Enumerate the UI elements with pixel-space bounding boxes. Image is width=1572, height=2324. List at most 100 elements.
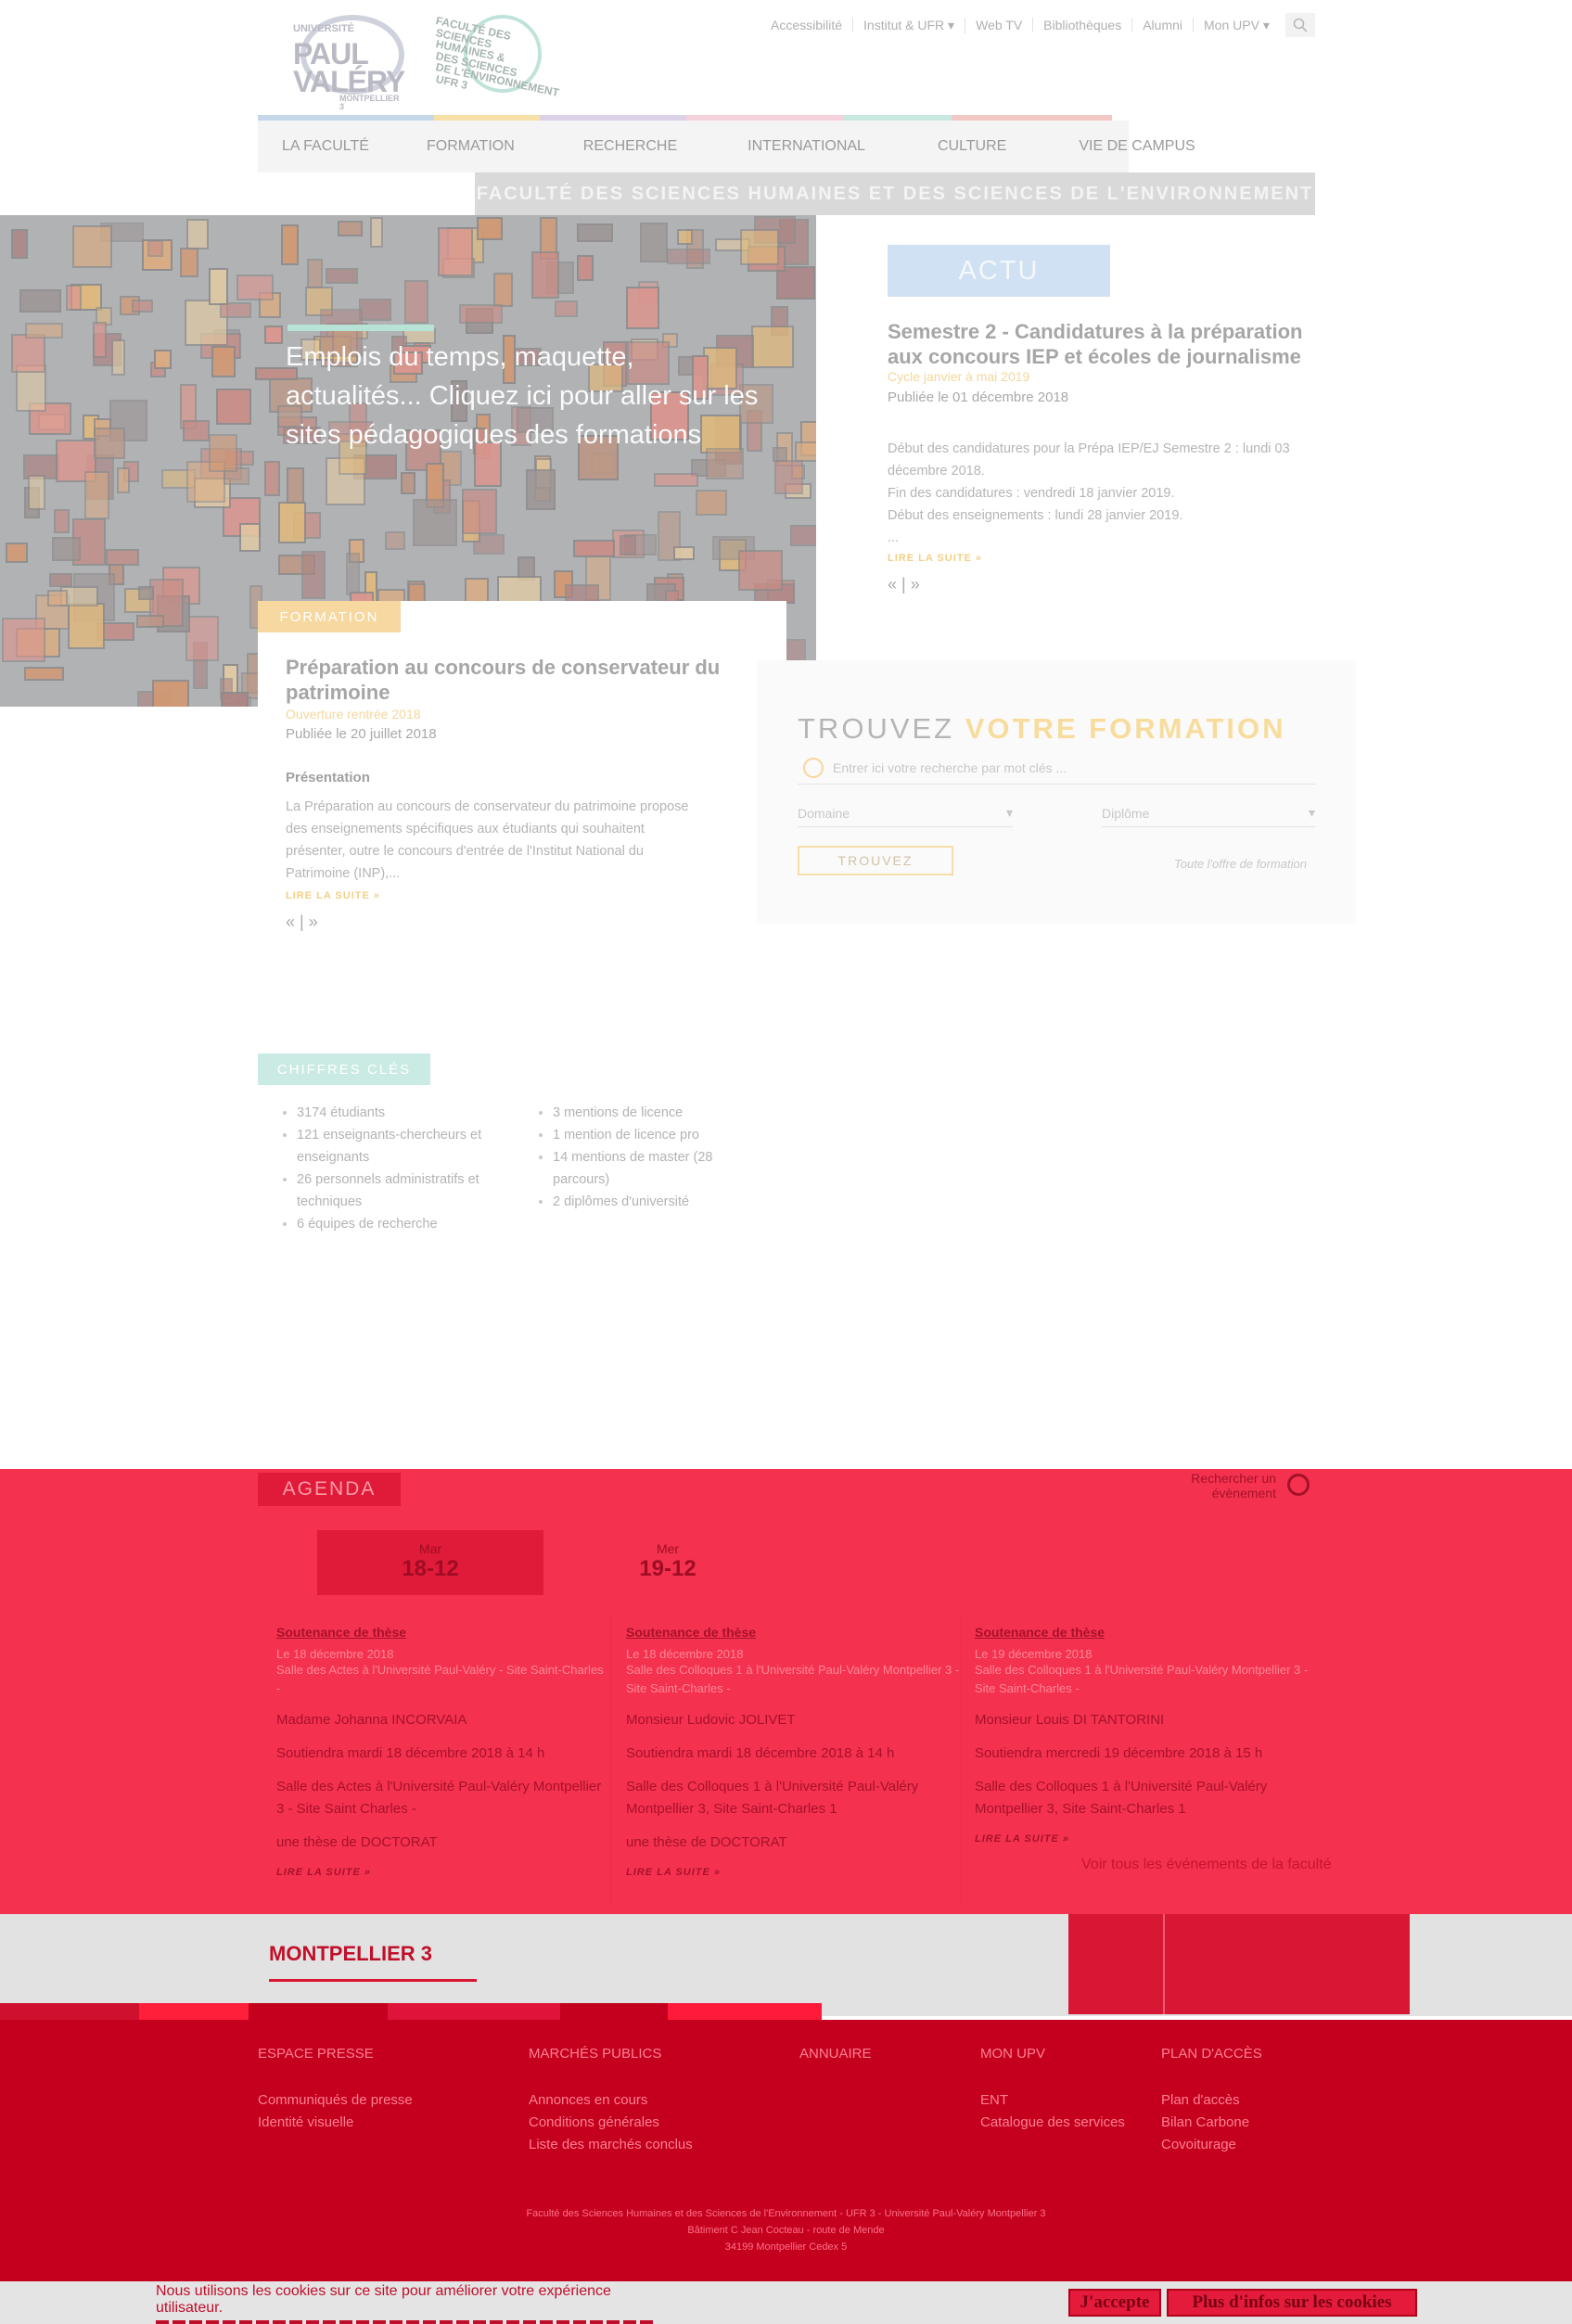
footer-link[interactable]: Bilan Carbone: [1161, 2112, 1328, 2134]
search-icon: [1293, 18, 1308, 32]
footer: [0, 2020, 1572, 2324]
topnav-mon-upv[interactable]: Mon UPV ▾: [1194, 18, 1280, 33]
footer-link[interactable]: Plan d'accès: [1161, 2089, 1328, 2112]
list-item: 14 mentions de master (28 parcours): [553, 1146, 757, 1191]
footer-col-presse: ESPACE PRESSE Communiqués de presse Iden…: [258, 2046, 499, 2134]
footer-col-mon-upv: MON UPV ENT Catalogue des services: [980, 2046, 1147, 2134]
formation-search-panel: [757, 660, 1356, 924]
footer-col-marches: MARCHÉS PUBLICS Annonces en cours Condit…: [529, 2046, 770, 2156]
footer-col-annuaire: ANNUAIRE: [799, 2046, 948, 2089]
formation-subtitle: Ouverture rentrée 2018: [286, 707, 421, 721]
footer-link[interactable]: Identité visuelle: [258, 2112, 499, 2134]
topnav-bibliotheques[interactable]: Bibliothèques: [1033, 18, 1133, 32]
site-search-button[interactable]: [1285, 13, 1315, 37]
chiffres-cles-list-1: 3174 étudiants 121 enseignants-chercheur…: [278, 1102, 501, 1235]
footer-link[interactable]: ANNUAIRE: [799, 2046, 948, 2062]
list-item: 26 personnels administratifs et techniqu…: [297, 1168, 501, 1213]
topnav-alumni[interactable]: Alumni: [1132, 18, 1195, 32]
nav-la-faculte[interactable]: LA FACULTÉ: [282, 138, 369, 155]
event-date: Le 18 décembre 2018: [626, 1647, 744, 1661]
event-location: Salle des Colloques 1 à l'Université Pau…: [626, 1663, 960, 1695]
cookie-text: Nous utilisons les cookies sur ce site p…: [156, 2283, 675, 2324]
event-title[interactable]: Soutenance de thèse: [276, 1625, 406, 1640]
hero-link-text[interactable]: Emplois du temps, maquette, actualités..…: [286, 338, 768, 454]
actu-read-more-link[interactable]: LIRE LA SUITE »: [888, 553, 982, 564]
footer-link[interactable]: Liste des marchés conclus: [529, 2134, 770, 2156]
diplome-select[interactable]: Diplôme ▾: [1102, 799, 1315, 827]
formation-search-input[interactable]: Entrer ici votre recherche par mot clés …: [798, 751, 1315, 785]
formation-tag: FORMATION: [258, 601, 401, 632]
dropdown-arrow-icon: ▾: [1005, 805, 1013, 820]
event-date: Le 19 décembre 2018: [975, 1647, 1093, 1661]
top-navigation: Accessibilité Institut & UFR ▾ Web TV Bi…: [760, 15, 1280, 35]
search-icon[interactable]: [1287, 1474, 1310, 1496]
nav-formation[interactable]: FORMATION: [427, 138, 515, 155]
nav-recherche[interactable]: RECHERCHE: [583, 138, 677, 155]
trouvez-button[interactable]: TROUVEZ: [798, 846, 953, 875]
actu-subtitle: Cycle janvier à mai 2019: [888, 369, 1030, 384]
formation-search-title: TROUVEZ VOTRE FORMATION: [798, 712, 1286, 745]
formation-pager[interactable]: « | »: [286, 913, 318, 932]
footer-link[interactable]: ENT: [980, 2089, 1147, 2112]
nav-culture[interactable]: CULTURE: [938, 138, 1006, 155]
formation-read-more-link[interactable]: LIRE LA SUITE »: [286, 890, 380, 901]
faculty-logo[interactable]: FACULTÉ DES SCIENCES HUMAINES & DES SCIE…: [435, 14, 584, 99]
footer-col-plan: PLAN D'ACCÈS Plan d'accès Bilan Carbone …: [1161, 2046, 1328, 2156]
agenda-day-tab[interactable]: Mer 19-12: [555, 1530, 781, 1595]
agenda-event: Soutenance de thèse Le 19 décembre 2018 …: [975, 1625, 1309, 1845]
list-item: 6 équipes de recherche: [297, 1213, 501, 1235]
agenda-all-events-link[interactable]: Voir tous les événements de la faculté: [1081, 1857, 1332, 1873]
event-divider: [961, 1615, 962, 1903]
hero-accent-bar: [288, 325, 434, 331]
agenda-event: Soutenance de thèse Le 18 décembre 2018 …: [276, 1625, 610, 1878]
event-read-more-link[interactable]: LIRE LA SUITE »: [626, 1867, 960, 1878]
chiffres-cles-tag: CHIFFRES CLÉS: [258, 1053, 430, 1085]
footer-address: Faculté des Sciences Humaines et des Sci…: [526, 2208, 1046, 2253]
cookie-accept-button[interactable]: J'accepte: [1068, 2289, 1161, 2317]
formation-heading: Présentation: [286, 770, 370, 785]
event-read-more-link[interactable]: LIRE LA SUITE »: [276, 1867, 610, 1878]
faculty-banner: FACULTÉ DES SCIENCES HUMAINES ET DES SCI…: [475, 172, 1315, 215]
chiffres-cles-list-2: 3 mentions de licence 1 mention de licen…: [534, 1102, 757, 1213]
domaine-select[interactable]: Domaine ▾: [798, 799, 1013, 827]
agenda-day-tab[interactable]: Mar 18-12: [317, 1530, 543, 1595]
formation-body: La Préparation au concours de conservate…: [286, 799, 689, 881]
upv-logo[interactable]: UNIVERSITÉ PAUL VALÉRY MONTPELLIER 3: [293, 13, 405, 111]
agenda-event: Soutenance de thèse Le 18 décembre 2018 …: [626, 1625, 960, 1878]
nav-international[interactable]: INTERNATIONAL: [748, 138, 865, 155]
topnav-accessibilite[interactable]: Accessibilité: [760, 18, 854, 32]
topnav-institut-ufr[interactable]: Institut & UFR ▾: [853, 17, 966, 33]
event-title[interactable]: Soutenance de thèse: [975, 1625, 1105, 1640]
list-item: 3174 étudiants: [297, 1102, 501, 1124]
actu-title[interactable]: Semestre 2 - Candidatures à la préparati…: [888, 319, 1314, 369]
event-divider: [610, 1615, 611, 1903]
footer-link[interactable]: Covoiturage: [1161, 2134, 1328, 2156]
list-item: 2 diplômes d'université: [553, 1191, 757, 1213]
footer-link[interactable]: Annonces en cours: [529, 2089, 770, 2112]
social-links-block[interactable]: [1068, 1914, 1410, 2014]
topnav-web-tv[interactable]: Web TV: [965, 18, 1034, 32]
dropdown-arrow-icon: ▾: [1308, 805, 1315, 820]
all-formations-link[interactable]: Toute l'offre de formation: [1174, 857, 1307, 871]
event-title[interactable]: Soutenance de thèse: [626, 1625, 756, 1640]
event-location: Salle des Colloques 1 à l'Université Pau…: [975, 1663, 1309, 1695]
actu-date: Publiée le 01 décembre 2018: [888, 389, 1069, 405]
list-item: 1 mention de licence pro: [553, 1124, 757, 1146]
nav-vie-de-campus[interactable]: VIE DE CAMPUS: [1079, 138, 1195, 155]
cookie-more-info-button[interactable]: Plus d'infos sur les cookies: [1167, 2289, 1417, 2317]
footer-link[interactable]: Communiqués de presse: [258, 2089, 499, 2112]
agenda-tag: AGENDA: [258, 1473, 401, 1506]
formation-title[interactable]: Préparation au concours de conservateur …: [286, 655, 722, 705]
partner-logo[interactable]: MONTPELLIER 3: [269, 1942, 432, 1966]
footer-link[interactable]: Conditions générales: [529, 2112, 770, 2134]
event-read-more-link[interactable]: LIRE LA SUITE »: [975, 1833, 1309, 1845]
actu-pager[interactable]: « | »: [888, 575, 920, 594]
list-item: 121 enseignants-chercheurs et enseignant…: [297, 1124, 501, 1168]
search-icon: [803, 757, 824, 778]
event-location: Salle des Actes à l'Université Paul-Valé…: [276, 1663, 604, 1695]
actu-body: Début des candidatures pour la Prépa IEP…: [888, 441, 1290, 545]
formation-date: Publiée le 20 juillet 2018: [286, 726, 437, 742]
main-navigation: LA FACULTÉ FORMATION RECHERCHE INTERNATI…: [258, 121, 1195, 172]
footer-link[interactable]: Catalogue des services: [980, 2112, 1147, 2134]
partner-logo-underline: [269, 1979, 477, 1982]
